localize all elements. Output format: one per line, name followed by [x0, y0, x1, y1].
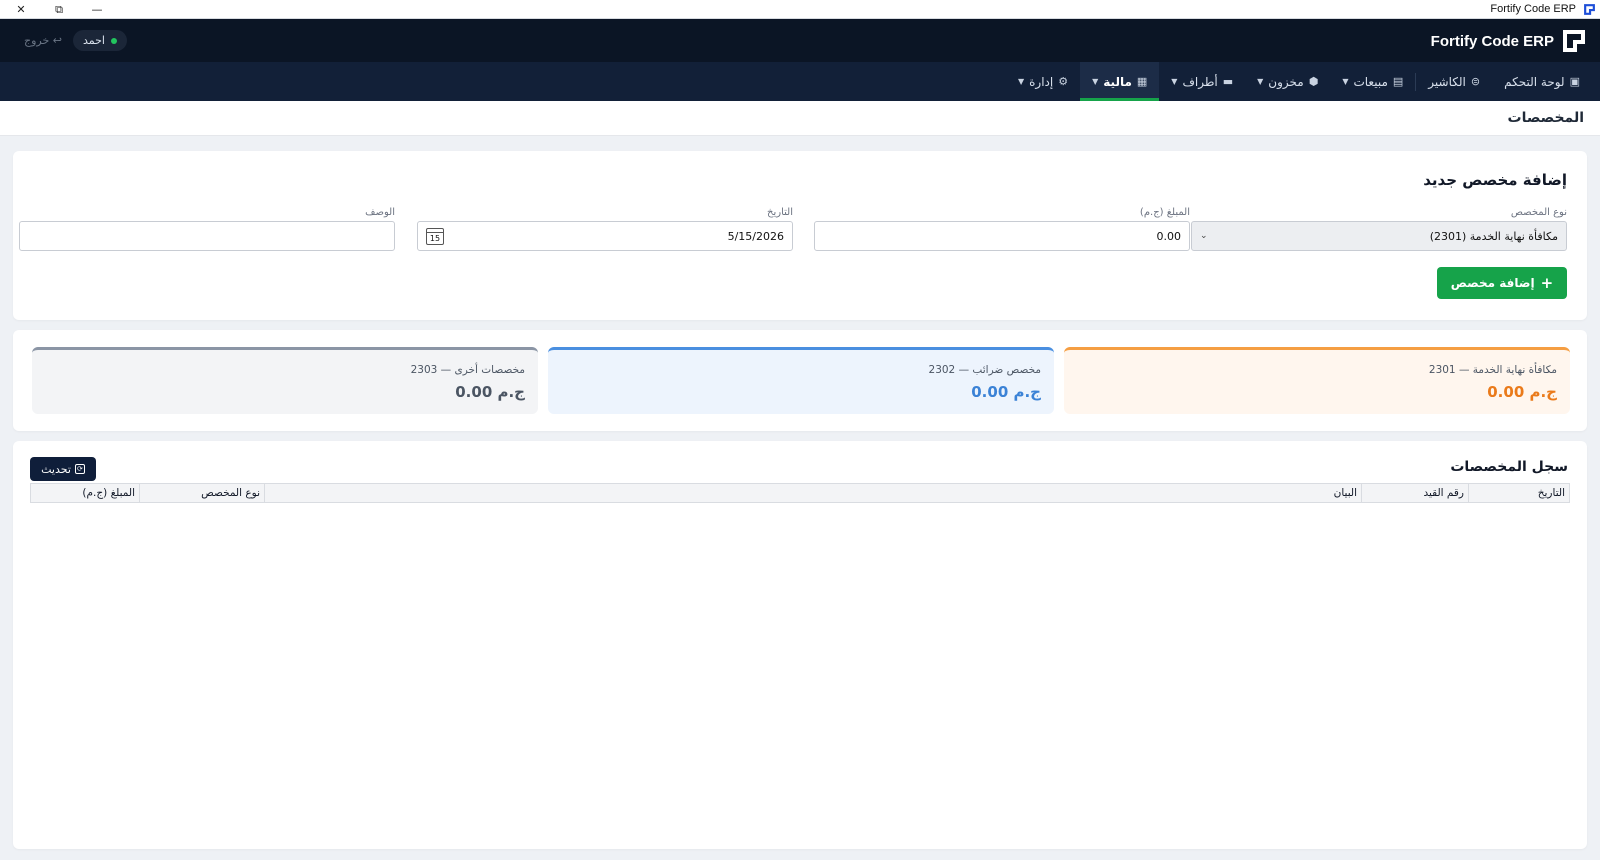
plus-icon: +	[1540, 274, 1554, 292]
stat-card-other: 2303 — مخصصات أخرى 0.00 ج.م	[32, 347, 538, 414]
chevron-down-icon: ▼	[1017, 77, 1025, 86]
nav-item-label: أطراف	[1182, 74, 1218, 89]
nav-item-label: مبيعات	[1353, 74, 1388, 89]
provision-log-card: سجل المخصصات ⟳ تحديث التاريخ رقم القيد ا…	[13, 441, 1587, 849]
minimize-window-button[interactable]: —	[78, 0, 116, 19]
dashboard-icon: ▣	[1569, 75, 1580, 88]
window-title: Fortify Code ERP	[1490, 3, 1576, 15]
stat-label: 2303 — مخصصات أخرى	[410, 364, 525, 376]
finance-icon: ▦	[1136, 75, 1148, 88]
brand-logo-icon	[1563, 30, 1585, 52]
nav-item-label: مالية	[1103, 74, 1132, 89]
description-input[interactable]	[19, 221, 395, 251]
stat-value: 0.00 ج.م	[971, 383, 1041, 401]
user-name: احمد	[83, 34, 105, 47]
nav-item-0[interactable]: ▣ لوحة التحكم	[1492, 62, 1592, 101]
page-header: المخصصات	[0, 101, 1600, 136]
provision-type-select[interactable]: ⌄ مكافأة نهاية الخدمة (2301)	[1191, 221, 1567, 251]
description-field: الوصف	[19, 207, 395, 251]
provision-type-value: مكافأة نهاية الخدمة (2301)	[1429, 229, 1558, 243]
brand-name: Fortify Code ERP	[1430, 32, 1554, 50]
table-header: التاريخ رقم القيد البيان نوع المخصص المب…	[30, 483, 1570, 503]
stat-card-tax: 2302 — مخصص ضرائب 0.00 ج.م	[548, 347, 1054, 414]
column-header-provision-type[interactable]: نوع المخصص	[139, 484, 264, 502]
column-header-date[interactable]: التاريخ	[1468, 484, 1569, 502]
chevron-down-icon: ▼	[1171, 77, 1178, 86]
table-title: سجل المخصصات	[1450, 459, 1568, 475]
stat-label: 2301 — مكافأة نهاية الخدمة	[1428, 364, 1557, 376]
stat-value: 0.00 ج.م	[455, 383, 525, 401]
chevron-down-icon: ▼	[1342, 77, 1349, 86]
logout-button[interactable]: خروج ↩	[24, 34, 62, 47]
column-header-description[interactable]: البيان	[264, 484, 1361, 502]
app-logo-icon	[1584, 4, 1595, 15]
date-label: التاريخ	[767, 207, 793, 218]
stat-card-end-of-service: 2301 — مكافأة نهاية الخدمة 0.00 ج.م	[1064, 347, 1570, 414]
close-window-button[interactable]: ✕	[2, 0, 40, 19]
main-nav: ▣ لوحة التحكم ⊜ الكاشير ▤ مبيعات ▼ ⬢ مخزون ▼ ▬ أطرا…	[0, 62, 1600, 101]
amount-input[interactable]: 0.00	[814, 221, 1190, 251]
provision-type-label: نوع المخصص	[1510, 207, 1567, 218]
brand: Fortify Code ERP	[1431, 29, 1586, 53]
refresh-label: تحديث	[41, 462, 71, 476]
nav-item-label: مخزون	[1268, 74, 1304, 89]
logout-label: خروج ↩	[24, 34, 63, 47]
chevron-down-icon: ⌄	[1200, 231, 1208, 241]
restore-icon: ⧉	[55, 2, 63, 16]
stat-value: 0.00 ج.م	[1487, 383, 1557, 401]
calendar-icon[interactable]: 15	[426, 227, 444, 245]
amount-value: 0.00	[1156, 229, 1182, 243]
provision-type-field: نوع المخصص ⌄ مكافأة نهاية الخدمة (2301)	[1191, 207, 1567, 251]
nav-item-4[interactable]: ▬ أطراف ▼	[1159, 62, 1245, 101]
nav-item-5[interactable]: ▦ مالية ▼	[1080, 62, 1160, 101]
amount-field: المبلغ (ج.م) 0.00	[814, 207, 1190, 251]
app-header: Fortify Code ERP احمد خروج ↩	[0, 19, 1600, 62]
date-input[interactable]: 15 5/15/2026	[417, 221, 793, 251]
nav-item-3[interactable]: ⬢ مخزون ▼	[1245, 62, 1330, 101]
box-icon: ⬢	[1308, 75, 1319, 88]
nav-item-label: الكاشير	[1428, 74, 1466, 89]
refresh-icon: ⟳	[74, 464, 85, 474]
add-provision-button[interactable]: + إضافة مخصص	[1437, 267, 1567, 299]
close-icon: ✕	[16, 3, 26, 16]
receipt-icon: ▤	[1392, 75, 1404, 88]
user-badge[interactable]: احمد	[73, 30, 127, 51]
nav-item-1[interactable]: ⊜ الكاشير	[1416, 62, 1492, 101]
nav-item-label: لوحة التحكم	[1504, 74, 1565, 89]
online-status-icon	[111, 37, 117, 44]
window-titlebar: ✕ ⧉ — Fortify Code ERP	[0, 0, 1600, 19]
nav-item-2[interactable]: ▤ مبيعات ▼	[1330, 62, 1415, 101]
chevron-down-icon: ▼	[1092, 77, 1099, 86]
nav-item-6[interactable]: ⚙ إدارة ▼	[1006, 62, 1080, 101]
nav-item-label: إدارة	[1029, 74, 1054, 89]
column-header-amount[interactable]: المبلغ (ج.م)	[31, 484, 139, 502]
amount-label: المبلغ (ج.م)	[1139, 207, 1190, 218]
gear-icon: ⚙	[1058, 75, 1069, 88]
add-provision-card: إضافة مخصص جديد نوع المخصص ⌄ مكافأة نهاي…	[13, 151, 1587, 320]
date-value: 5/15/2026	[727, 229, 784, 243]
form-title: إضافة مخصص جديد	[1423, 171, 1567, 189]
people-icon: ▬	[1222, 75, 1234, 88]
page-title: المخصصات	[1507, 110, 1584, 126]
description-label: الوصف	[365, 207, 395, 218]
chevron-down-icon: ▼	[1257, 77, 1264, 86]
minimize-icon: —	[91, 3, 103, 16]
date-field: التاريخ 15 5/15/2026	[417, 207, 793, 251]
restore-window-button[interactable]: ⧉	[40, 0, 78, 19]
add-provision-label: إضافة مخصص	[1450, 276, 1535, 290]
calendar-day: 15	[429, 233, 441, 243]
stat-label: 2302 — مخصص ضرائب	[928, 364, 1041, 376]
column-header-entry-number[interactable]: رقم القيد	[1361, 484, 1468, 502]
refresh-button[interactable]: ⟳ تحديث	[30, 457, 96, 481]
provision-summary-card: 2301 — مكافأة نهاية الخدمة 0.00 ج.م 2302…	[13, 330, 1587, 431]
cashier-icon: ⊜	[1470, 75, 1481, 88]
